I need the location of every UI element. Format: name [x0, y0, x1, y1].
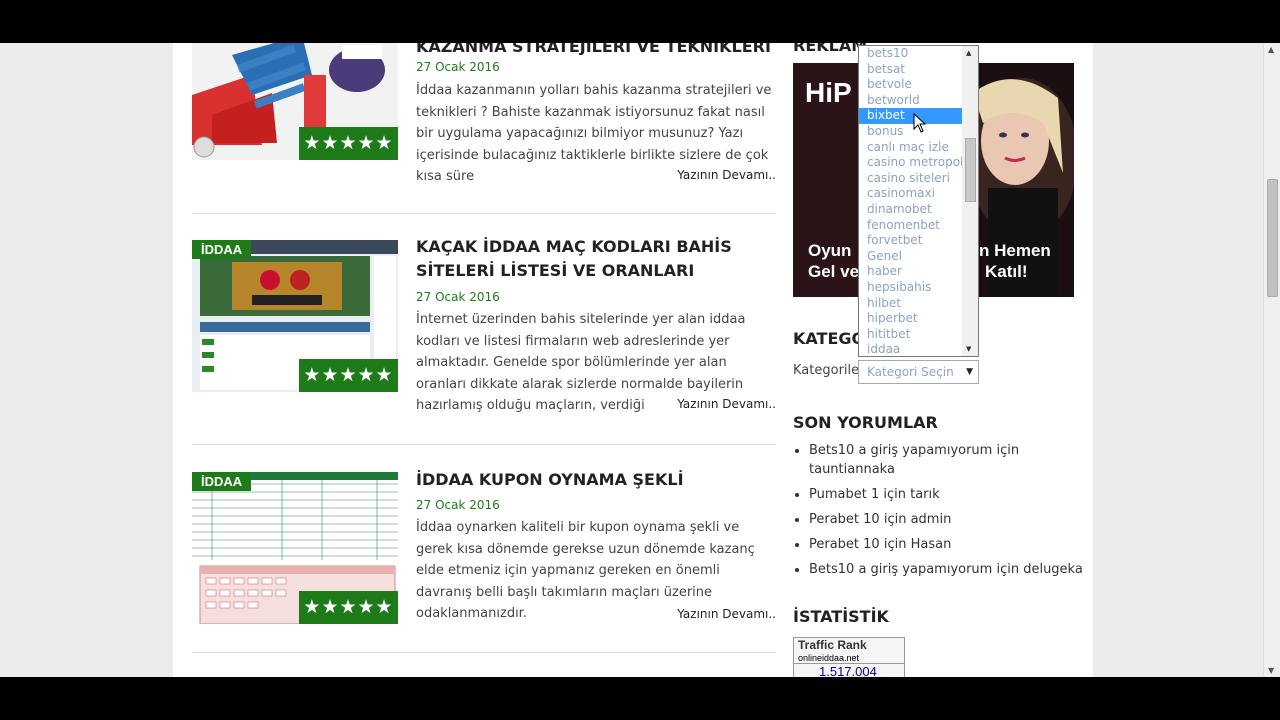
post-thumbnail[interactable]: İDDAA ★★★★★: [192, 240, 398, 392]
post-title[interactable]: İDDAA KUPON OYNAMA ŞEKLİ: [416, 468, 776, 492]
post-1: ★★★★★ KAZANMA STRATEJİLERİ VE TEKNİKLERİ…: [192, 43, 776, 185]
post-date: 27 Ocak 2016: [416, 290, 500, 304]
page-scroll-thumb[interactable]: [1267, 179, 1278, 297]
post-date: 27 Ocak 2016: [416, 60, 500, 74]
page-scrollbar[interactable]: ▲ ▼: [1263, 43, 1280, 677]
traffic-rank-label: Traffic Rank: [798, 638, 867, 652]
comment-item[interactable]: Perabet 10 için admin: [809, 510, 1099, 529]
read-more-link[interactable]: Yazının Devamı..: [677, 607, 776, 621]
post-divider: [192, 213, 776, 214]
dropdown-option[interactable]: hititbet: [859, 327, 978, 343]
comment-item[interactable]: Bets10 a giriş yapamıyorum için tauntian…: [809, 441, 1099, 479]
dropdown-option[interactable]: betvole: [859, 77, 978, 93]
category-tag[interactable]: İDDAA: [192, 240, 252, 259]
dropdown-option[interactable]: casinomaxi: [859, 186, 978, 202]
post-2: İDDAA ★★★★★ KAÇAK İDDAA MAÇ KODLARI BAHİ…: [192, 237, 776, 420]
istatistik-title: İSTATİSTİK: [793, 607, 889, 626]
traffic-rank-site: onlineiddaa.net: [798, 653, 860, 663]
dropdown-option[interactable]: hiperbet: [859, 311, 978, 327]
dropdown-option[interactable]: haber: [859, 264, 978, 280]
comment-item[interactable]: Pumabet 1 için tarık: [809, 485, 1099, 504]
dropdown-option[interactable]: dinamobet: [859, 202, 978, 218]
comment-item[interactable]: Perabet 10 için Hasan: [809, 535, 1099, 554]
dropdown-option[interactable]: hepsibahis: [859, 280, 978, 296]
post-3: İDDAA ★★★★★ İDDAA KUPON OYNAMA ŞEKLİ 27 …: [192, 470, 776, 652]
post-divider: [192, 444, 776, 445]
kategori-label: Kategoriler: [793, 363, 865, 378]
dropdown-option[interactable]: casino metropol: [859, 155, 978, 171]
rating-stars: ★★★★★: [299, 127, 398, 160]
ad-text-left-2: Gel ve: [808, 262, 860, 281]
dropdown-option[interactable]: canlı maç izle: [859, 140, 978, 156]
ad-text-left-1: Oyun: [808, 241, 852, 260]
comment-item[interactable]: Bets10 a giriş yapamıyorum için delugeka: [809, 560, 1099, 579]
traffic-rank-widget[interactable]: Traffic Rank onlineiddaa.net 1.517.004: [793, 637, 905, 677]
traffic-rank-value: 1.517.004: [794, 663, 904, 677]
ad-text-right-1: n Hemen: [979, 241, 1051, 260]
dropdown-option[interactable]: Genel: [859, 249, 978, 265]
reklam-title: REKLAM: [793, 43, 868, 55]
category-select[interactable]: Kategori Seçin ▼: [858, 360, 979, 384]
dropdown-scrollbar[interactable]: ▲ ▼: [962, 46, 978, 356]
chevron-down-icon: ▼: [966, 367, 973, 377]
read-more-link[interactable]: Yazının Devamı..: [677, 397, 776, 411]
kategoriler-title: KATEGORİLER: [793, 329, 858, 348]
post-date: 27 Ocak 2016: [416, 498, 500, 512]
dropdown-option[interactable]: fenomenbet: [859, 218, 978, 234]
dropdown-option[interactable]: betsat: [859, 62, 978, 78]
post-divider: [192, 652, 776, 653]
rating-stars: ★★★★★: [299, 591, 398, 624]
scroll-down-icon[interactable]: ▼: [966, 345, 971, 353]
dropdown-option[interactable]: forvetbet: [859, 233, 978, 249]
category-select-value: Kategori Seçin: [867, 365, 954, 379]
ad-brand: HiP: [805, 77, 852, 108]
mouse-cursor-icon: [913, 113, 927, 133]
scroll-up-icon[interactable]: ▲: [1268, 45, 1274, 54]
dropdown-options: bets10 betsat betvole betworld bixbet bonus ca…: [859, 46, 978, 356]
comments-list: Bets10 a giriş yapamıyorum için tauntian…: [793, 441, 1099, 585]
read-more-link[interactable]: Yazının Devamı..: [677, 168, 776, 182]
category-tag[interactable]: İDDAA: [192, 472, 252, 491]
dropdown-option[interactable]: betworld: [859, 93, 978, 109]
rating-stars: ★★★★★: [299, 359, 398, 392]
dropdown-option[interactable]: iddaa: [859, 342, 978, 356]
scroll-down-icon[interactable]: ▼: [1268, 666, 1274, 675]
post-thumbnail[interactable]: İDDAA ★★★★★: [192, 472, 398, 624]
post-title[interactable]: KAZANMA STRATEJİLERİ VE TEKNİKLERİ: [416, 43, 776, 55]
post-title[interactable]: KAÇAK İDDAA MAÇ KODLARI BAHİS SİTELERİ L…: [416, 235, 776, 283]
post-thumbnail[interactable]: ★★★★★: [192, 43, 398, 160]
son-yorumlar-title: SON YORUMLAR: [793, 413, 938, 432]
browser-viewport: ★★★★★ KAZANMA STRATEJİLERİ VE TEKNİKLERİ…: [0, 43, 1280, 677]
dropdown-option[interactable]: bets10: [859, 46, 978, 62]
dropdown-option[interactable]: casino siteleri: [859, 171, 978, 187]
dropdown-scroll-thumb[interactable]: [965, 138, 976, 202]
dropdown-option[interactable]: hilbet: [859, 296, 978, 312]
category-dropdown-list[interactable]: bets10 betsat betvole betworld bixbet bonus ca…: [858, 45, 979, 357]
ad-text-right-2: Katıl!: [985, 262, 1028, 281]
scroll-up-icon[interactable]: ▲: [966, 49, 971, 57]
